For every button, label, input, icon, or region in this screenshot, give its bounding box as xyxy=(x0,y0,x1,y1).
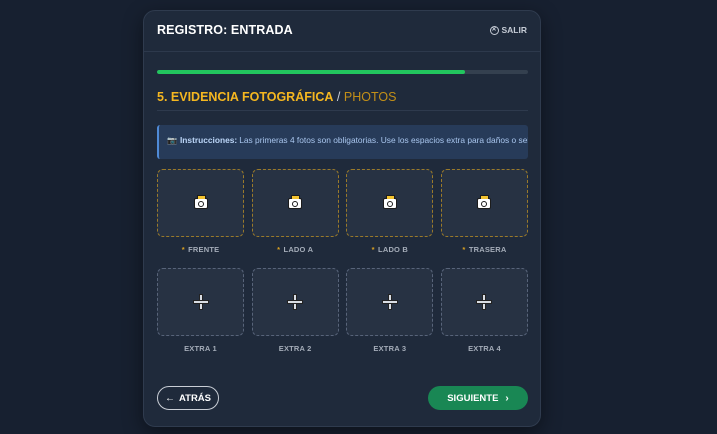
photo-slot-extra-3: EXTRA 3 xyxy=(346,268,434,353)
photo-slot-extra-1: EXTRA 1 xyxy=(157,268,244,353)
photo-upload-frente[interactable] xyxy=(157,169,244,237)
camera-icon xyxy=(477,194,492,209)
slot-label: TRASERA xyxy=(468,245,507,254)
progress-fill xyxy=(157,70,465,74)
plus-icon xyxy=(476,294,493,310)
section-heading: 5. EVIDENCIA FOTOGRÁFICA / PHOTOS xyxy=(157,90,396,104)
photo-upload-extra-1[interactable] xyxy=(157,268,244,336)
photo-upload-lado-a[interactable] xyxy=(251,169,339,237)
slot-label: FRENTE xyxy=(188,245,220,254)
camera-icon xyxy=(382,194,397,209)
slot-label: EXTRA 4 xyxy=(468,344,501,353)
arrow-left-icon: ← xyxy=(164,392,175,404)
next-label: SIGUIENTE xyxy=(447,392,499,404)
photo-slot-extra-4: EXTRA 4 xyxy=(440,268,528,353)
plus-icon xyxy=(381,294,398,310)
instructions-text: Las primeras 4 fotos son obligatorias. U… xyxy=(239,135,528,145)
camera-icon xyxy=(288,194,303,209)
section-separator: / xyxy=(336,90,341,104)
slot-label: LADO B xyxy=(378,245,408,254)
back-button[interactable]: ← ATRÁS xyxy=(157,386,219,410)
required-photo-grid: * FRENTE * LADO A * LADO B * TRASERA xyxy=(157,169,528,254)
camera-icon: 📷 xyxy=(167,136,177,145)
next-button[interactable]: SIGUIENTE › xyxy=(428,386,528,410)
slot-label: EXTRA 3 xyxy=(373,344,407,353)
section-divider xyxy=(157,110,528,111)
plus-icon xyxy=(192,294,209,310)
photo-slot-extra-2: EXTRA 2 xyxy=(251,268,339,353)
form-card: REGISTRO: ENTRADA ✕ SALIR 5. EVIDENCIA F… xyxy=(143,10,541,427)
section-subtitle: PHOTOS xyxy=(343,90,397,104)
photo-upload-lado-b[interactable] xyxy=(346,169,434,237)
slot-label: LADO A xyxy=(283,245,314,254)
photo-upload-trasera[interactable] xyxy=(440,169,528,237)
slot-label: EXTRA 2 xyxy=(278,344,312,353)
camera-icon xyxy=(193,194,208,209)
instructions-banner: 📷 Instrucciones: Las primeras 4 fotos son … xyxy=(157,125,528,159)
chevron-right-icon: › xyxy=(505,392,509,404)
progress-bar xyxy=(157,70,528,74)
photo-upload-extra-2[interactable] xyxy=(251,268,339,336)
photo-slot-trasera: * TRASERA xyxy=(440,169,528,254)
exit-label: SALIR xyxy=(501,25,528,35)
plus-icon xyxy=(287,294,304,310)
page-title: REGISTRO: ENTRADA xyxy=(157,23,293,37)
instructions-label: Instrucciones: xyxy=(179,135,238,145)
photo-slot-frente: * FRENTE xyxy=(157,169,244,254)
photo-upload-extra-3[interactable] xyxy=(346,268,434,336)
photo-slot-lado-a: * LADO A xyxy=(251,169,339,254)
back-label: ATRÁS xyxy=(178,392,212,404)
section-title: 5. EVIDENCIA FOTOGRÁFICA xyxy=(157,90,334,104)
extra-photo-grid: EXTRA 1 EXTRA 2 EXTRA 3 EXTRA 4 xyxy=(157,268,528,353)
slot-label: EXTRA 1 xyxy=(184,344,217,353)
photo-slot-lado-b: * LADO B xyxy=(346,169,434,254)
card-header: REGISTRO: ENTRADA ✕ SALIR xyxy=(144,11,540,52)
exit-button[interactable]: ✕ SALIR xyxy=(489,25,528,35)
photo-upload-extra-4[interactable] xyxy=(440,268,528,336)
close-circle-icon: ✕ xyxy=(489,25,499,35)
